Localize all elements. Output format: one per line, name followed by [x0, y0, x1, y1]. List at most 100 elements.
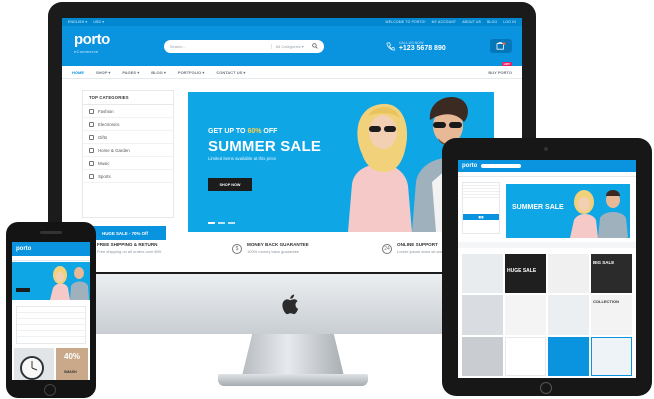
product-tile-collection[interactable]: COLLECTION — [591, 295, 632, 335]
shop-now-button[interactable]: SHOP NOW — [208, 178, 252, 191]
tablet-hero-banner[interactable]: SUMMER SALE — [506, 184, 630, 238]
site-header: porto eCommerce Search... All Categories… — [62, 26, 522, 66]
dollar-icon: $ — [232, 244, 242, 254]
category-home-garden[interactable]: Home & Garden — [83, 144, 173, 157]
product-tile-huge-sale[interactable]: HUGE SALE — [505, 254, 546, 294]
nav-shop[interactable]: SHOP ▾ — [96, 70, 110, 75]
tablet-collection-label: COLLECTION — [593, 299, 619, 305]
tablet-huge-sale-button[interactable]: ▮▮▮ — [463, 214, 499, 220]
category-music[interactable]: Music — [83, 157, 173, 170]
iphone-speaker — [40, 231, 62, 234]
product-tile-promo[interactable] — [548, 336, 589, 376]
product-tile-heels[interactable] — [548, 295, 589, 335]
tablet-models-image — [570, 190, 628, 238]
slider-dot[interactable] — [228, 222, 235, 224]
tablet-big-sale-label: BIG SALE — [593, 260, 615, 265]
category-label: Electronics — [98, 121, 120, 127]
log-in-link[interactable]: LOG IN — [503, 20, 516, 24]
product-tile-big-sale[interactable]: BIG SALE — [591, 254, 632, 294]
phone-icon — [386, 42, 395, 50]
kicker-prefix: GET UP TO — [208, 128, 246, 135]
iphone-screen: porto 40% SMASH — [12, 242, 90, 380]
phone-hero-banner[interactable] — [12, 262, 90, 300]
ipad-camera — [544, 147, 548, 151]
kicker-percent: 60% — [247, 128, 262, 135]
search-input[interactable]: Search... — [170, 44, 271, 49]
category-label: Fashion — [98, 108, 114, 114]
feature-desc: Free shipping on all orders over $99. — [97, 249, 163, 254]
product-tile-prime[interactable] — [591, 336, 632, 376]
cart-button[interactable] — [490, 39, 512, 53]
phone-product-watch[interactable] — [14, 348, 54, 380]
nav-pages[interactable]: PAGES ▾ — [122, 70, 139, 75]
tablet-header: porto — [458, 160, 636, 172]
top-bar: ENGLISH ▾ USD ▾ WELCOME TO PORTO! MY ACC… — [62, 18, 522, 26]
support-24-icon: 24 — [382, 244, 392, 254]
watch-icon — [20, 356, 44, 380]
nav-blog[interactable]: BLOG ▾ — [151, 70, 166, 75]
ipad-screen: porto ▮▮▮ SUMMER SALE HUGE SALE BIG SALE… — [458, 160, 636, 378]
about-us-link[interactable]: ABOUT US — [462, 20, 481, 24]
category-label: Home & Garden — [98, 147, 130, 153]
sports-icon — [89, 173, 94, 179]
phone-nav — [12, 256, 90, 261]
tablet-features-strip — [458, 242, 636, 248]
feature-text: MONEY BACK GUARANTEE 100% money back gua… — [247, 242, 309, 254]
category-fashion[interactable]: Fashion — [83, 105, 173, 118]
nav-portfolio[interactable]: PORTFOLIO ▾ — [178, 70, 204, 75]
tablet-huge-sale-label: HUGE SALE — [507, 268, 537, 274]
blog-link[interactable]: BLOG — [487, 20, 497, 24]
nav-contact-us[interactable]: CONTACT US ▾ — [216, 70, 245, 75]
call-us-block: CALL US NOW +123 5678 890 — [386, 40, 446, 52]
slider-dot[interactable] — [218, 222, 225, 224]
feature-text: ONLINE SUPPORT Lorem ipsum dolor sit ame… — [397, 242, 446, 254]
phone-category-row[interactable] — [17, 331, 85, 337]
my-account-link[interactable]: MY ACCOUNT — [432, 20, 457, 24]
nav-home[interactable]: HOME — [72, 70, 84, 75]
slider-dots[interactable] — [208, 222, 235, 224]
phone-promo-tile[interactable]: 40% SMASH — [56, 348, 88, 380]
category-electronics[interactable]: Electronics — [83, 118, 173, 131]
tablet-banner-headline: SUMMER SALE — [512, 204, 564, 211]
feature-title: ONLINE SUPPORT — [397, 242, 438, 247]
call-us-text: CALL US NOW +123 5678 890 — [399, 40, 446, 52]
category-label: Sports — [98, 173, 111, 179]
phone-number[interactable]: +123 5678 890 — [399, 45, 446, 52]
category-label: Gifts — [98, 134, 108, 140]
product-tile-camera[interactable] — [505, 336, 546, 376]
tablet-search-input[interactable] — [481, 164, 522, 168]
huge-sale-button[interactable]: HUGE SALE - 70% Off — [84, 226, 166, 240]
kicker-suffix: OFF — [263, 128, 278, 135]
banner-kicker: GET UP TO 60% OFF — [208, 128, 277, 135]
cart-icon — [496, 42, 506, 50]
currency-selector[interactable]: USD ▾ — [93, 20, 104, 24]
banner-headline: SUMMER SALE — [208, 138, 322, 155]
search-category-select[interactable]: All Categories ▾ — [270, 43, 304, 49]
phone-logo[interactable]: porto — [16, 246, 31, 252]
feature-desc: 100% money back guarantee — [247, 249, 300, 254]
tablet-category-row[interactable] — [463, 195, 499, 198]
home-icon — [89, 147, 94, 153]
search-bar[interactable]: Search... All Categories ▾ — [163, 39, 324, 53]
product-tile-watch[interactable] — [462, 254, 503, 294]
phone-models-image — [50, 266, 89, 300]
tablet-logo[interactable]: porto — [462, 163, 477, 169]
product-tile-sunglasses[interactable] — [462, 295, 503, 335]
feature-shipping: ↩ FREE SHIPPING & RETURN Free shipping o… — [82, 242, 222, 272]
language-selector[interactable]: ENGLISH ▾ — [68, 20, 87, 24]
phone-shop-now-button[interactable] — [16, 288, 30, 292]
product-tile-shoes[interactable] — [548, 254, 589, 294]
banner-subtitle: Limited items available at this price — [208, 156, 277, 161]
category-sports[interactable]: Sports — [83, 170, 173, 183]
buy-porto-link[interactable]: BUY PORTO — [488, 70, 512, 75]
fashion-icon — [89, 108, 94, 114]
porto-logo[interactable]: porto eCommerce — [74, 32, 110, 58]
music-icon — [89, 160, 94, 166]
category-gifts[interactable]: Gifts — [83, 131, 173, 144]
slider-dot[interactable] — [208, 222, 215, 224]
feature-desc: Lorem ipsum dolor sit amet. — [397, 249, 447, 254]
product-tile-bag[interactable] — [462, 336, 503, 376]
search-icon[interactable] — [312, 43, 318, 49]
iphone-home-button — [44, 384, 56, 396]
product-tile-sneakers[interactable] — [505, 295, 546, 335]
